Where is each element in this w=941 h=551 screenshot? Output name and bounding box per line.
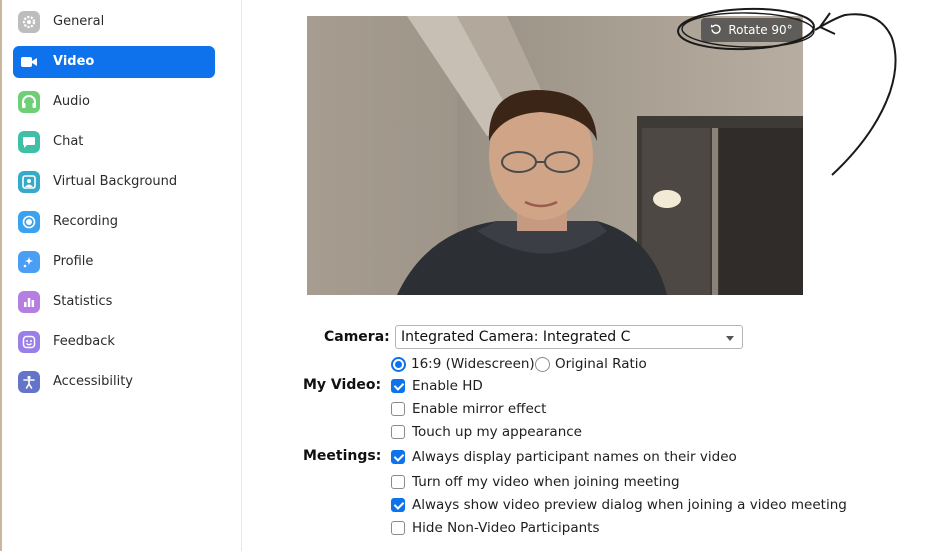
checkbox-unchecked-icon (391, 402, 405, 416)
gear-icon (18, 11, 40, 33)
record-icon (18, 211, 40, 233)
rotate-90-button[interactable]: Rotate 90° (701, 18, 802, 42)
checkbox-checked-icon (391, 379, 405, 393)
statistics-icon (18, 291, 40, 313)
sidebar-item-profile[interactable]: Profile (13, 246, 215, 278)
touch-up-checkbox[interactable]: Touch up my appearance (391, 423, 582, 441)
checkbox-unchecked-icon (391, 425, 405, 439)
profile-icon (18, 251, 40, 273)
option-label: 16:9 (Widescreen) (411, 356, 535, 372)
aspect-16-9-radio[interactable]: 16:9 (Widescreen) (391, 355, 535, 373)
chevron-down-icon (726, 336, 734, 341)
sidebar-item-recording[interactable]: Recording (13, 206, 215, 238)
sidebar-item-label: Accessibility (53, 374, 133, 389)
sidebar-item-label: Profile (53, 254, 94, 269)
smiley-icon (18, 331, 40, 353)
option-label: Always show video preview dialog when jo… (412, 497, 847, 513)
sidebar-item-label: Audio (53, 94, 90, 109)
headphones-icon (18, 91, 40, 113)
sidebar-item-video[interactable]: Video (13, 46, 215, 78)
my-video-label: My Video: (303, 377, 382, 393)
sidebar-item-label: General (53, 14, 105, 29)
checkbox-checked-icon (391, 450, 405, 464)
hide-non-video-checkbox[interactable]: Hide Non-Video Participants (391, 519, 599, 537)
option-label: Original Ratio (555, 356, 647, 372)
sidebar-item-label: Recording (53, 214, 119, 229)
camera-select[interactable]: Integrated Camera: Integrated C (395, 325, 743, 349)
radio-selected-icon (391, 356, 406, 372)
camera-label: Camera: (324, 329, 390, 345)
enable-hd-checkbox[interactable]: Enable HD (391, 377, 483, 395)
sidebar-item-label: Feedback (53, 334, 115, 349)
checkbox-unchecked-icon (391, 521, 405, 535)
option-label: Enable mirror effect (412, 401, 547, 417)
sidebar-item-chat[interactable]: Chat (13, 126, 215, 158)
virtual-background-icon (18, 171, 40, 193)
video-preview (307, 16, 803, 295)
sidebar-item-statistics[interactable]: Statistics (13, 286, 215, 318)
checkbox-unchecked-icon (391, 475, 405, 489)
settings-sidebar: General Video Audio Chat Virtual Backgro… (0, 0, 242, 551)
display-names-checkbox[interactable]: Always display participant names on thei… (391, 448, 737, 466)
video-preview-dialog-checkbox[interactable]: Always show video preview dialog when jo… (391, 496, 847, 514)
option-label: Touch up my appearance (412, 424, 582, 440)
option-label: Enable HD (412, 378, 483, 394)
sidebar-item-virtual-background[interactable]: Virtual Background (13, 166, 215, 198)
turn-off-video-checkbox[interactable]: Turn off my video when joining meeting (391, 473, 680, 491)
checkbox-checked-icon (391, 498, 405, 512)
option-label: Always display participant names on thei… (412, 449, 737, 465)
option-label: Turn off my video when joining meeting (412, 474, 680, 490)
sidebar-item-label: Chat (53, 134, 84, 149)
video-camera-icon (18, 51, 40, 73)
radio-unselected-icon (535, 356, 550, 372)
sidebar-item-label: Virtual Background (53, 174, 178, 189)
option-label: Hide Non-Video Participants (412, 520, 600, 536)
webcam-image (307, 16, 803, 295)
sidebar-item-feedback[interactable]: Feedback (13, 326, 215, 358)
mirror-effect-checkbox[interactable]: Enable mirror effect (391, 400, 546, 418)
window-edge (0, 0, 2, 551)
sidebar-item-accessibility[interactable]: Accessibility (13, 366, 215, 398)
rotate-label: Rotate 90° (728, 23, 793, 37)
sidebar-item-audio[interactable]: Audio (13, 86, 215, 118)
sidebar-item-label: Statistics (53, 294, 113, 309)
rotate-icon (710, 23, 722, 38)
sidebar-item-general[interactable]: General (13, 6, 215, 38)
camera-select-value: Integrated Camera: Integrated C (401, 329, 631, 345)
sidebar-item-label: Video (53, 54, 95, 69)
accessibility-icon (18, 371, 40, 393)
aspect-original-radio[interactable]: Original Ratio (535, 355, 647, 373)
chat-bubble-icon (18, 131, 40, 153)
meetings-label: Meetings: (303, 448, 382, 464)
